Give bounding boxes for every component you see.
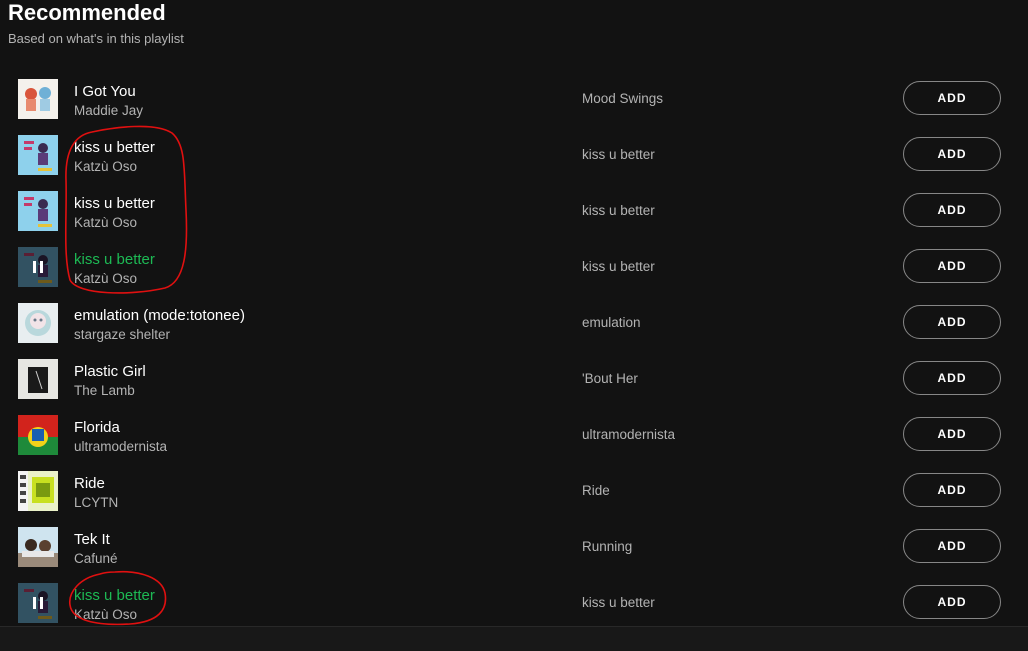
track-album-link[interactable]: 'Bout Her: [582, 371, 638, 387]
track-artist-link[interactable]: Katzù Oso: [74, 607, 137, 623]
ultramodernista-cover-image: [18, 415, 58, 455]
track-row[interactable]: kiss u better Katzù Oso kiss u better AD…: [0, 239, 1028, 295]
track-artist-link[interactable]: Katzù Oso: [74, 215, 137, 231]
album-cover[interactable]: [18, 303, 58, 343]
add-button[interactable]: ADD: [903, 81, 1001, 115]
track-title[interactable]: emulation (mode:totonee): [74, 307, 245, 325]
add-button[interactable]: ADD: [903, 585, 1001, 619]
track-title[interactable]: I Got You: [74, 83, 136, 101]
cafune-cover-image: [18, 527, 58, 567]
track-album-link[interactable]: Ride: [582, 483, 610, 499]
album-cover[interactable]: [18, 359, 58, 399]
track-title[interactable]: kiss u better: [74, 195, 155, 213]
track-album-link[interactable]: kiss u better: [582, 595, 655, 611]
maddie-jay-cover-image: [18, 79, 58, 119]
track-row[interactable]: kiss u better Katzù Oso kiss u better AD…: [0, 127, 1028, 183]
track-title-playing[interactable]: kiss u better: [74, 587, 155, 605]
track-album-link[interactable]: Running: [582, 539, 632, 555]
track-row[interactable]: Florida ultramodernista ultramodernista …: [0, 407, 1028, 463]
track-row[interactable]: kiss u better Katzù Oso kiss u better AD…: [0, 575, 1028, 631]
track-row[interactable]: I Got You Maddie Jay Mood Swings ADD: [0, 71, 1028, 127]
track-row[interactable]: Ride LCYTN Ride ADD: [0, 463, 1028, 519]
track-artist-link[interactable]: Katzù Oso: [74, 271, 137, 287]
track-album-link[interactable]: kiss u better: [582, 203, 655, 219]
pause-icon[interactable]: [18, 583, 58, 623]
track-title[interactable]: Tek It: [74, 531, 110, 549]
katzu-oso-cover-image: [18, 191, 58, 231]
add-button[interactable]: ADD: [903, 193, 1001, 227]
album-cover[interactable]: [18, 415, 58, 455]
add-button[interactable]: ADD: [903, 361, 1001, 395]
album-cover[interactable]: [18, 135, 58, 175]
album-cover[interactable]: [18, 247, 58, 287]
section-title: Recommended: [8, 0, 166, 25]
add-button[interactable]: ADD: [903, 249, 1001, 283]
add-button[interactable]: ADD: [903, 137, 1001, 171]
track-title[interactable]: Ride: [74, 475, 105, 493]
album-cover[interactable]: [18, 471, 58, 511]
track-title-playing[interactable]: kiss u better: [74, 251, 155, 269]
track-album-link[interactable]: kiss u better: [582, 147, 655, 163]
section-subtitle: Based on what's in this playlist: [8, 31, 184, 46]
track-list: I Got You Maddie Jay Mood Swings ADD kis…: [0, 71, 1028, 631]
recommended-header: Recommended Based on what's in this play…: [8, 0, 184, 47]
track-artist-link[interactable]: The Lamb: [74, 383, 135, 399]
track-album-link[interactable]: kiss u better: [582, 259, 655, 275]
pause-icon[interactable]: [18, 247, 58, 287]
track-album-link[interactable]: ultramodernista: [582, 427, 675, 443]
track-artist-link[interactable]: ultramodernista: [74, 439, 167, 455]
track-title[interactable]: kiss u better: [74, 139, 155, 157]
album-cover[interactable]: [18, 191, 58, 231]
stargaze-cover-image: [18, 303, 58, 343]
track-row[interactable]: kiss u better Katzù Oso kiss u better AD…: [0, 183, 1028, 239]
track-album-link[interactable]: emulation: [582, 315, 641, 331]
lcytn-cover-image: [18, 471, 58, 511]
track-album-link[interactable]: Mood Swings: [582, 91, 663, 107]
album-cover[interactable]: [18, 527, 58, 567]
track-artist-link[interactable]: Katzù Oso: [74, 159, 137, 175]
album-cover[interactable]: [18, 79, 58, 119]
track-title[interactable]: Florida: [74, 419, 120, 437]
recommended-page: Recommended Based on what's in this play…: [0, 0, 1028, 651]
track-artist-link[interactable]: Maddie Jay: [74, 103, 143, 119]
track-row[interactable]: emulation (mode:totonee) stargaze shelte…: [0, 295, 1028, 351]
bottom-bar: [0, 626, 1028, 651]
katzu-oso-cover-image: [18, 135, 58, 175]
track-artist-link[interactable]: Cafuné: [74, 551, 118, 567]
track-row[interactable]: Plastic Girl The Lamb 'Bout Her ADD: [0, 351, 1028, 407]
add-button[interactable]: ADD: [903, 417, 1001, 451]
track-artist-link[interactable]: LCYTN: [74, 495, 118, 511]
add-button[interactable]: ADD: [903, 305, 1001, 339]
the-lamb-cover-image: [18, 359, 58, 399]
track-artist-link[interactable]: stargaze shelter: [74, 327, 170, 343]
add-button[interactable]: ADD: [903, 473, 1001, 507]
track-row[interactable]: Tek It Cafuné Running ADD: [0, 519, 1028, 575]
add-button[interactable]: ADD: [903, 529, 1001, 563]
track-title[interactable]: Plastic Girl: [74, 363, 146, 381]
album-cover[interactable]: [18, 583, 58, 623]
